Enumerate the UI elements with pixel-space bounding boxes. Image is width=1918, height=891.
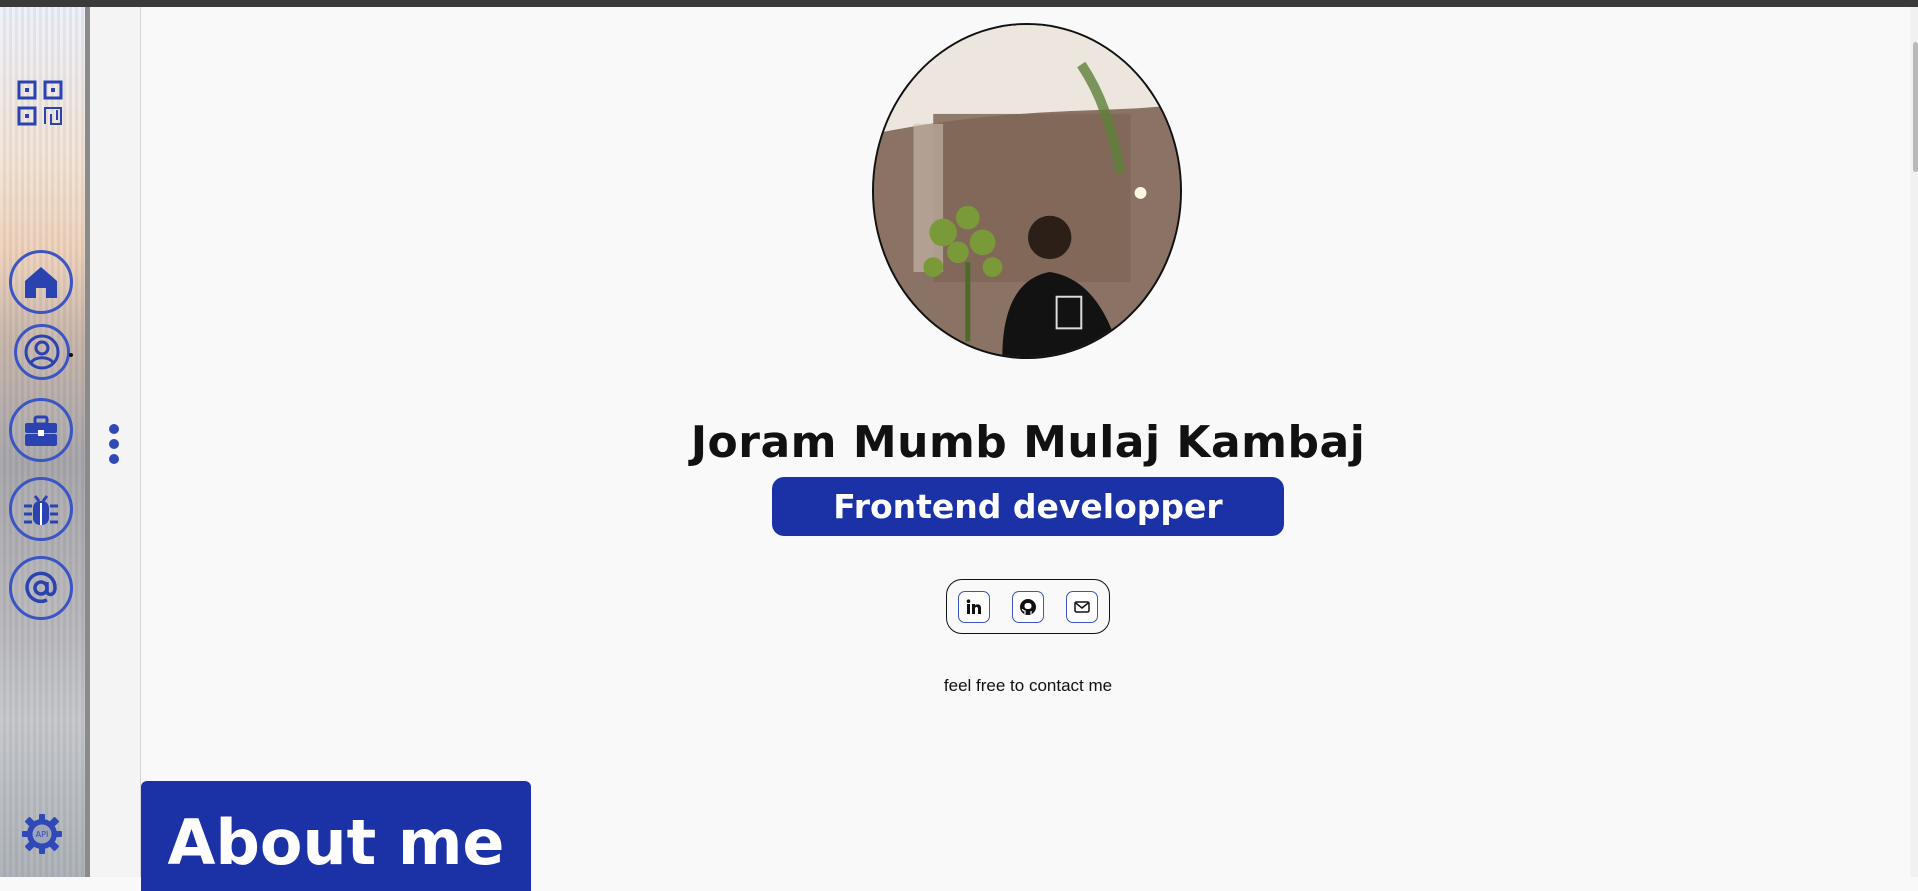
nav-home-button[interactable]	[9, 250, 73, 314]
github-button[interactable]	[1012, 590, 1044, 623]
sidebar-menu-toggle[interactable]	[107, 424, 121, 466]
nav-projects-button[interactable]	[9, 398, 73, 462]
nav-contact-button[interactable]	[9, 556, 73, 620]
profile-photo	[872, 23, 1182, 359]
about-section-heading: About me	[141, 781, 531, 891]
linkedin-icon	[966, 598, 981, 614]
at-icon	[25, 571, 57, 604]
api-label: API	[36, 830, 49, 839]
linkedin-button[interactable]	[958, 590, 990, 623]
social-links	[946, 579, 1110, 634]
bug-icon	[24, 495, 58, 525]
home-icon	[25, 267, 57, 298]
active-indicator	[69, 353, 73, 357]
briefcase-icon	[25, 415, 57, 446]
scrollbar-thumb[interactable]	[1913, 42, 1918, 172]
profile-name: Joram Mumb Mulaj Kambaj	[690, 417, 1366, 469]
mail-icon	[1074, 600, 1090, 613]
contact-caption: feel free to contact me	[943, 676, 1113, 695]
user-icon	[24, 334, 60, 370]
qr-code-icon[interactable]	[17, 80, 63, 126]
email-button[interactable]	[1066, 590, 1098, 623]
browser-top-bar	[0, 0, 1918, 7]
role-badge[interactable]: Frontend developper	[772, 477, 1284, 536]
nav-profile-button[interactable]	[14, 324, 70, 380]
github-icon	[1020, 598, 1036, 615]
nav-bugs-button[interactable]	[9, 477, 73, 541]
api-settings-icon[interactable]: API	[20, 812, 64, 856]
